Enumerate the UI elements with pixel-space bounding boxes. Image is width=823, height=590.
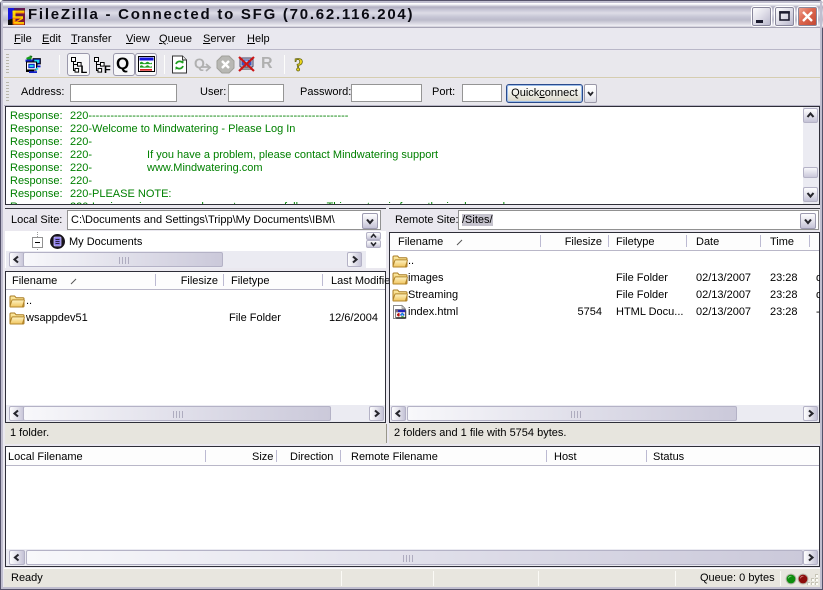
svg-text:?: ? [294, 55, 304, 75]
svg-text:L: L [81, 64, 88, 74]
svg-text:F: F [104, 64, 111, 74]
